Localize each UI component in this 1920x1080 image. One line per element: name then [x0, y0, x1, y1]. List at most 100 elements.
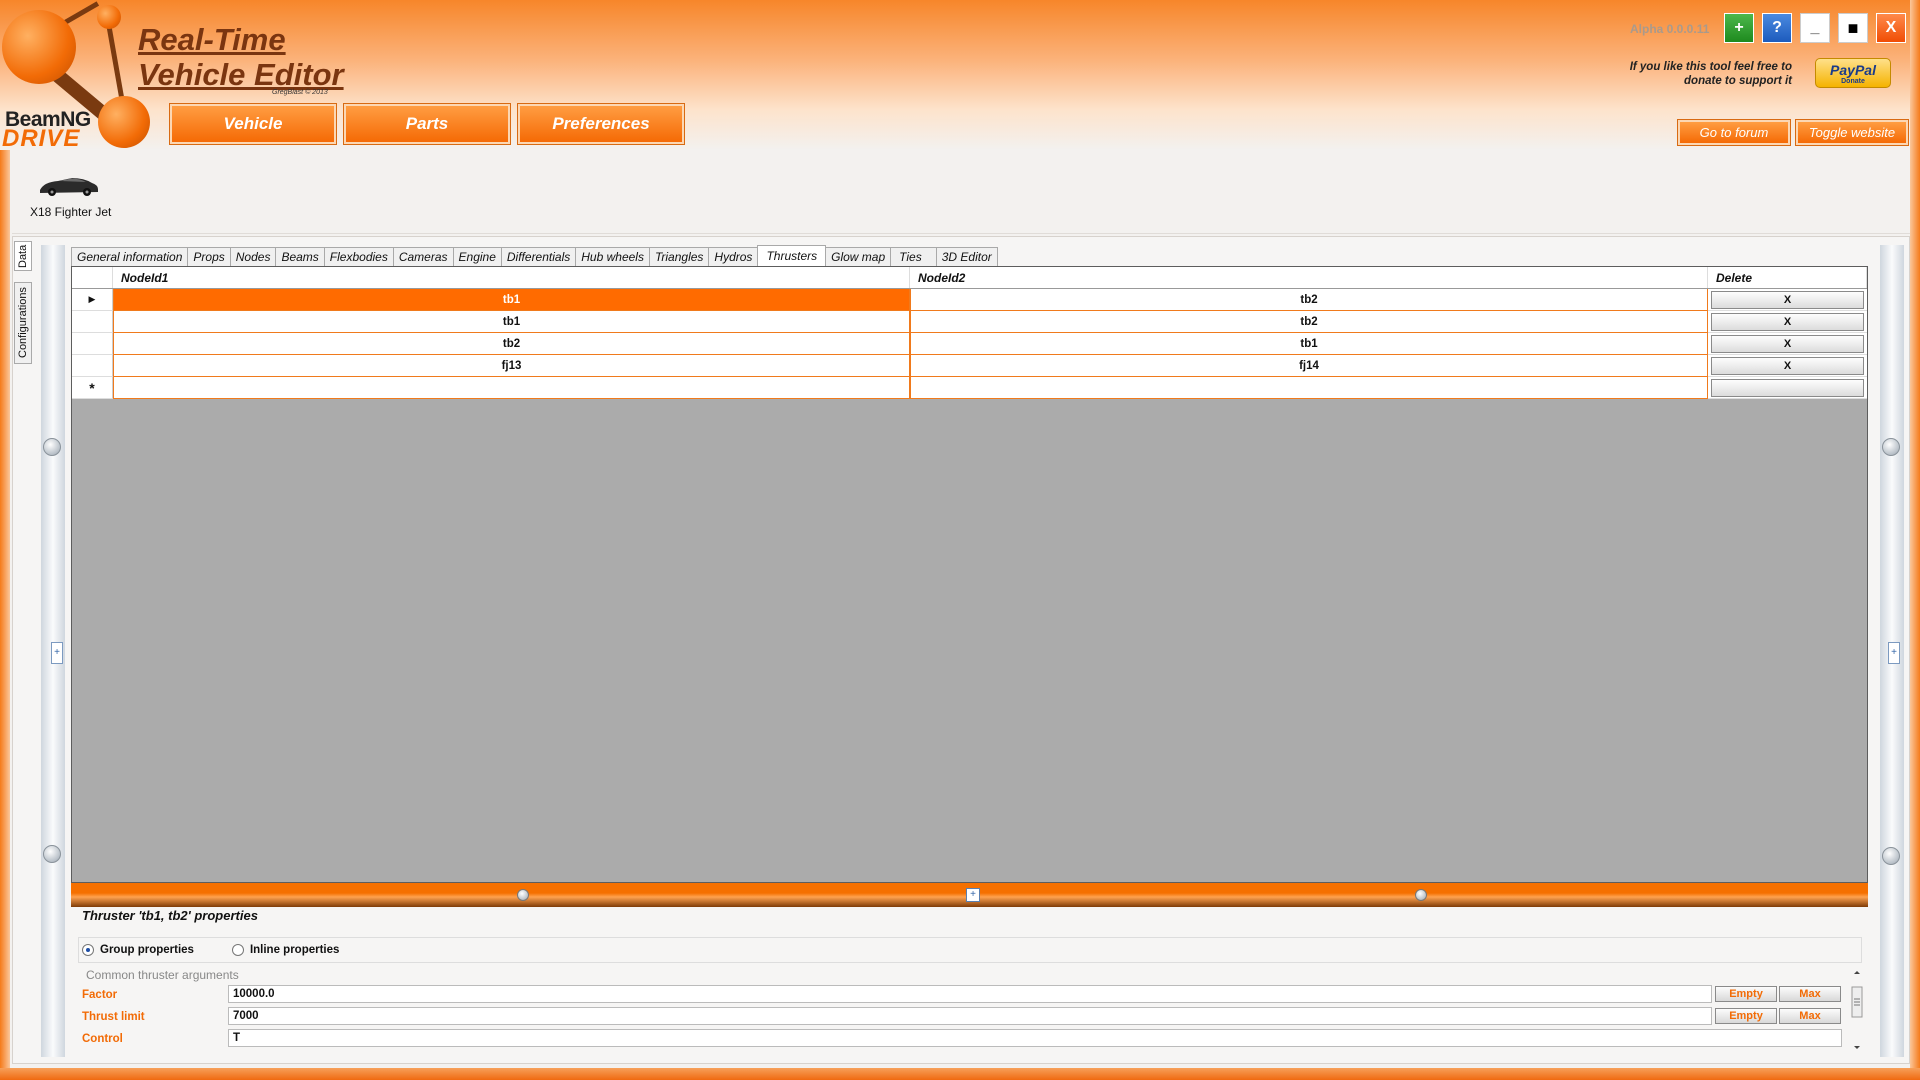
vehicle-car-icon[interactable] [38, 170, 100, 200]
tab-beams[interactable]: Beams [275, 247, 325, 266]
cell-nodeid1[interactable]: fj13 [113, 355, 910, 377]
cell-nodeid1[interactable]: tb1 [113, 289, 910, 311]
cell-nodeid2[interactable]: tb2 [910, 311, 1708, 333]
row-header[interactable] [72, 333, 113, 355]
app-title-line1: Real-Time [138, 22, 286, 57]
logo-ball [98, 96, 150, 148]
group-properties-option[interactable]: Group properties [82, 944, 194, 956]
tab-general-information[interactable]: General information [71, 247, 189, 266]
cell-nodeid1[interactable]: tb2 [113, 333, 910, 355]
table-row[interactable]: tb2 tb1 X [72, 333, 1867, 355]
cell-nodeid2[interactable]: tb1 [910, 333, 1708, 355]
cell-nodeid2[interactable]: tb2 [910, 289, 1708, 311]
tab-glow-map[interactable]: Glow map [825, 247, 892, 266]
help-button[interactable]: ? [1762, 13, 1792, 43]
tab-3d-editor[interactable]: 3D Editor [935, 247, 998, 266]
nav-parts-button[interactable]: Parts [343, 103, 511, 145]
table-row[interactable]: ▶ tb1 tb2 X [72, 289, 1867, 311]
table-row[interactable]: tb1 tb2 X [72, 311, 1867, 333]
cell-nodeid1[interactable]: tb1 [113, 311, 910, 333]
cell-nodeid2[interactable]: fj14 [910, 355, 1708, 377]
rail-knob[interactable] [43, 438, 61, 456]
new-row-marker[interactable]: * [72, 377, 113, 399]
control-input[interactable]: T [228, 1029, 1842, 1047]
radio-button[interactable] [231, 944, 244, 956]
thrust-limit-input[interactable]: 7000 [228, 1007, 1712, 1025]
tab-differentials[interactable]: Differentials [500, 247, 577, 266]
cell-delete: X [1708, 289, 1867, 311]
side-tab-configurations[interactable]: Configurations [14, 282, 32, 364]
column-header-delete[interactable]: Delete [1708, 267, 1867, 288]
beamng-logo: BeamNG DRIVE [0, 0, 160, 152]
minimize-button[interactable]: _ [1800, 13, 1830, 43]
window-frame-right [1910, 0, 1920, 1080]
vehicle-name[interactable]: X18 Fighter Jet [30, 205, 111, 219]
delete-row-button[interactable] [1711, 379, 1864, 397]
splitter-knob[interactable] [1415, 889, 1427, 901]
tab-ties[interactable]: Ties [890, 247, 937, 266]
grid-header: NodeId1 NodeId2 Delete [72, 267, 1867, 289]
tab-strip: General information Props Nodes Beams Fl… [71, 245, 998, 266]
tab-triangles[interactable]: Triangles [648, 247, 710, 266]
splitter-expand-button[interactable]: + [966, 888, 980, 902]
nav-preferences-button[interactable]: Preferences [517, 103, 685, 145]
panel-splitter[interactable]: + [71, 883, 1868, 907]
current-row-marker[interactable]: ▶ [72, 289, 113, 311]
cell-delete: X [1708, 311, 1867, 333]
column-header-nodeid2[interactable]: NodeId2 [910, 267, 1708, 288]
tab-cameras[interactable]: Cameras [392, 247, 454, 266]
tab-hydros[interactable]: Hydros [708, 247, 759, 266]
factor-input[interactable]: 10000.0 [228, 985, 1712, 1003]
logo-ball [97, 5, 121, 29]
donate-text: If you like this tool feel free to donat… [1610, 60, 1792, 88]
rail-knob[interactable] [43, 845, 61, 863]
inline-properties-option[interactable]: Inline properties [231, 944, 340, 956]
rail-knob[interactable] [1882, 438, 1900, 456]
property-mode-options: Group properties Inline properties [82, 944, 339, 956]
tab-nodes[interactable]: Nodes [229, 247, 277, 266]
version-label: Alpha 0.0.0.11 [1630, 22, 1710, 36]
go-to-forum-button[interactable]: Go to forum [1677, 119, 1791, 146]
tab-flexbodies[interactable]: Flexbodies [323, 247, 394, 266]
factor-max-button[interactable]: Max [1779, 986, 1841, 1002]
thrust-limit-empty-button[interactable]: Empty [1715, 1008, 1777, 1024]
rail-expand-button[interactable]: + [1888, 642, 1900, 664]
cell-nodeid2-new[interactable] [910, 377, 1708, 399]
inline-properties-label: Inline properties [249, 944, 340, 956]
row-header[interactable] [72, 355, 113, 377]
row-header[interactable] [72, 311, 113, 333]
delete-row-button[interactable]: X [1711, 357, 1864, 375]
close-button[interactable]: X [1876, 13, 1906, 43]
rail-knob[interactable] [1882, 847, 1900, 865]
group-properties-label: Group properties [100, 944, 194, 956]
thrust-limit-label: Thrust limit [82, 1011, 145, 1023]
paypal-donate-button[interactable]: PayPal Donate [1815, 58, 1891, 88]
delete-row-button[interactable]: X [1711, 291, 1864, 309]
nav-vehicle-button[interactable]: Vehicle [169, 103, 337, 145]
radio-button-selected[interactable] [82, 944, 94, 956]
tab-props[interactable]: Props [187, 247, 231, 266]
control-label: Control [82, 1033, 123, 1045]
rail-expand-button[interactable]: + [51, 642, 63, 664]
app-title-line2: Vehicle Editor [138, 57, 344, 92]
toggle-website-button[interactable]: Toggle website [1795, 119, 1909, 146]
tab-thrusters[interactable]: Thrusters [757, 245, 827, 266]
delete-row-button[interactable]: X [1711, 335, 1864, 353]
add-button[interactable]: + [1724, 13, 1754, 43]
column-header-nodeid1[interactable]: NodeId1 [113, 267, 910, 288]
cell-nodeid1-new[interactable] [113, 377, 910, 399]
tab-engine[interactable]: Engine [452, 247, 502, 266]
paypal-label: PayPal [1830, 62, 1876, 78]
thrust-limit-max-button[interactable]: Max [1779, 1008, 1841, 1024]
table-row[interactable]: fj13 fj14 X [72, 355, 1867, 377]
factor-empty-button[interactable]: Empty [1715, 986, 1777, 1002]
splitter-knob[interactable] [517, 889, 529, 901]
side-tab-data[interactable]: Data [14, 241, 32, 271]
logo-product: DRIVE [2, 125, 81, 152]
arguments-scrollbar[interactable] [1850, 969, 1864, 1051]
thrusters-grid: NodeId1 NodeId2 Delete ▶ tb1 tb2 X tb1 t… [71, 266, 1868, 883]
tab-hub-wheels[interactable]: Hub wheels [575, 247, 650, 266]
maximize-button[interactable]: ■ [1838, 13, 1868, 43]
delete-row-button[interactable]: X [1711, 313, 1864, 331]
new-row[interactable]: * [72, 377, 1867, 399]
